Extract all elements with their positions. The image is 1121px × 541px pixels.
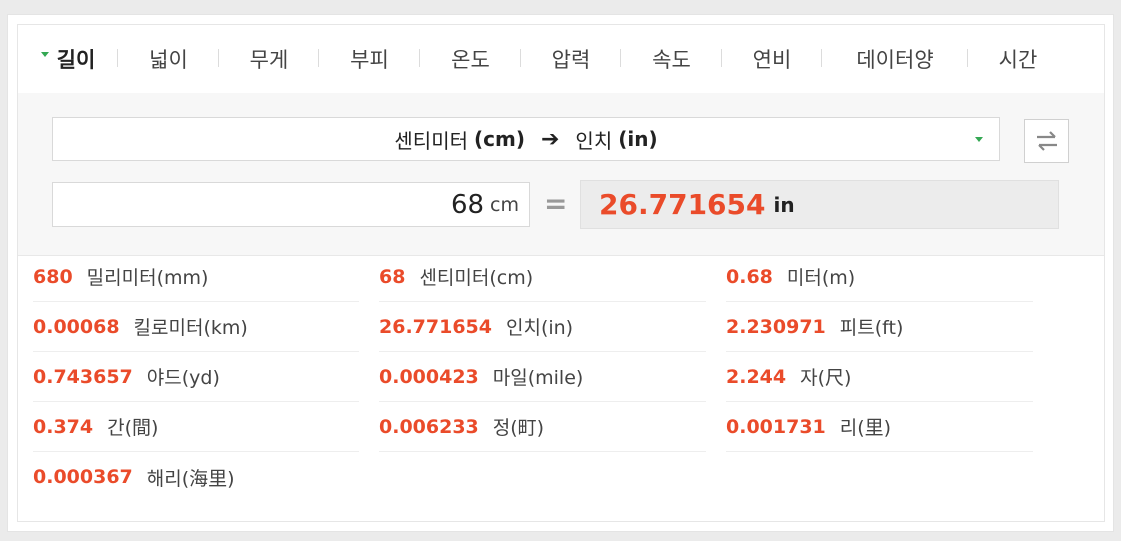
input-value: 68	[450, 189, 485, 220]
result-unit-label: 해리(海里)	[146, 467, 235, 490]
tab-temperature[interactable]: 온도	[420, 25, 521, 93]
input-unit: cm	[490, 193, 519, 216]
result-number: 2.230971	[726, 315, 826, 338]
tab-weight[interactable]: 무게	[219, 25, 319, 93]
tab-label: 압력	[551, 48, 591, 72]
tab-fuel-economy[interactable]: 연비	[722, 25, 822, 93]
result-item: 2.230971 피트(ft)	[726, 302, 1033, 352]
tab-label: 넓이	[149, 48, 188, 72]
result-item: 2.244 자(尺)	[726, 352, 1033, 402]
result-unit-label: 미터(m)	[786, 267, 856, 289]
active-tab-arrow-icon	[40, 51, 49, 57]
result-unit-label: 밀리미터(mm)	[86, 267, 209, 289]
result-item: 0.000367 해리(海里)	[33, 452, 359, 502]
result-unit-label: 인치(in)	[505, 317, 574, 339]
result-item: 0.00068 킬로미터(km)	[33, 302, 359, 352]
result-number: 0.006233	[379, 415, 479, 438]
result-item: 0.374 간(間)	[33, 402, 359, 452]
result-unit-label: 센티미터(cm)	[419, 267, 534, 289]
tab-pressure[interactable]: 압력	[521, 25, 621, 93]
result-item: 0.006233 정(町)	[379, 402, 706, 452]
tab-label: 속도	[652, 48, 691, 72]
result-unit-label: 간(間)	[107, 417, 159, 439]
tab-speed[interactable]: 속도	[621, 25, 722, 93]
conversion-results-grid: 680 밀리미터(mm) 68 센티미터(cm) 0.68 미터(m) 0.00068…	[33, 252, 1053, 502]
result-number: 0.000423	[379, 365, 479, 388]
result-unit-label: 킬로미터(km)	[133, 317, 248, 339]
tab-time[interactable]: 시간	[968, 25, 1068, 93]
to-unit-label: 인치	[575, 128, 613, 153]
to-unit-symbol: (in)	[618, 127, 658, 151]
result-number: 26.771654	[379, 315, 492, 338]
tab-data-amount[interactable]: 데이터양	[822, 25, 968, 93]
result-number: 0.374	[33, 415, 94, 438]
from-unit-label: 센티미터	[394, 128, 468, 153]
category-tabs: 길이 넓이 무게 부피 온도 압력 속도 연비 데이터양 시간	[18, 25, 1104, 94]
tab-volume[interactable]: 부피	[319, 25, 420, 93]
result-number: 0.00068	[33, 315, 120, 338]
from-unit-symbol: (cm)	[474, 127, 525, 151]
tab-area[interactable]: 넓이	[118, 25, 219, 93]
tab-label: 데이터양	[856, 48, 934, 72]
value-input[interactable]: 68 cm	[52, 182, 530, 227]
result-unit-label: 리(里)	[839, 417, 892, 439]
result-unit-label: 정(町)	[492, 417, 545, 439]
result-unit-label: 피트(ft)	[839, 317, 904, 339]
chevron-down-icon	[975, 137, 983, 142]
tab-label: 부피	[350, 48, 389, 72]
result-item: 26.771654 인치(in)	[379, 302, 706, 352]
result-item: 0.743657 야드(yd)	[33, 352, 359, 402]
arrow-right-icon: ➔	[540, 126, 560, 152]
result-output: 26.771654 in	[580, 180, 1059, 229]
result-value: 26.771654	[599, 188, 766, 221]
result-unit: in	[773, 192, 795, 217]
converter-panel: 센티미터 (cm) ➔ 인치 (in) 68 cm = 26.771654 in	[18, 93, 1104, 256]
tab-label: 길이	[56, 48, 96, 72]
result-unit-label: 자(尺)	[800, 367, 852, 389]
unit-pair-select[interactable]: 센티미터 (cm) ➔ 인치 (in)	[52, 117, 1000, 161]
result-number: 2.244	[726, 365, 787, 388]
result-number: 0.743657	[33, 365, 133, 388]
swap-icon	[1036, 131, 1057, 151]
result-item: 68 센티미터(cm)	[379, 252, 706, 302]
result-unit-label: 마일(mile)	[492, 367, 584, 389]
tab-length[interactable]: 길이	[18, 25, 118, 93]
tab-label: 무게	[249, 48, 289, 72]
result-item: 0.000423 마일(mile)	[379, 352, 706, 402]
result-item: 0.68 미터(m)	[726, 252, 1033, 302]
swap-units-button[interactable]	[1024, 119, 1069, 163]
result-item: 0.001731 리(里)	[726, 402, 1033, 452]
result-number: 680	[33, 265, 73, 288]
result-number: 68	[379, 265, 406, 288]
equals-sign: =	[544, 187, 568, 220]
tab-label: 연비	[752, 48, 792, 72]
result-number: 0.000367	[33, 466, 133, 488]
tab-label: 온도	[451, 48, 490, 72]
result-unit-label: 야드(yd)	[146, 367, 220, 389]
tab-label: 시간	[998, 48, 1038, 72]
result-number: 0.68	[726, 265, 773, 288]
result-item: 680 밀리미터(mm)	[33, 252, 359, 302]
result-number: 0.001731	[726, 415, 826, 438]
